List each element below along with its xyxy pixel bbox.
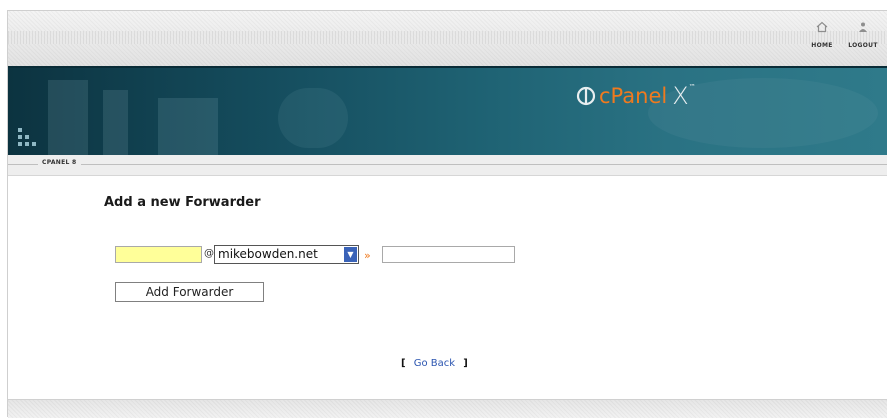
top-bar-texture (8, 31, 887, 44)
home-link[interactable]: HOME (802, 21, 842, 49)
breadcrumb-link[interactable]: CPANEL 8 (38, 159, 81, 166)
add-forwarder-button[interactable]: Add Forwarder (115, 282, 264, 302)
cpanel-banner: cPanel X ™ (8, 66, 887, 157)
bracket-close: ] (463, 358, 468, 369)
go-back-link[interactable]: Go Back (414, 358, 455, 369)
chevron-down-icon[interactable]: ▼ (344, 247, 357, 262)
logo-trademark: ™ (688, 83, 696, 91)
home-icon (816, 21, 828, 33)
banner-graphic (158, 98, 218, 155)
forwarder-user-input[interactable] (115, 246, 202, 263)
home-label: HOME (811, 42, 833, 49)
domain-select[interactable]: mikebowden.net ▼ (214, 245, 359, 264)
logo-x: X (672, 82, 689, 110)
top-bar: HOME LOGOUT (8, 11, 887, 66)
cpanel-logo: cPanel X ™ (575, 82, 696, 110)
logout-icon (857, 21, 869, 33)
breadcrumb: CPANEL 8 (8, 155, 887, 176)
cpanel-logo-icon (576, 86, 596, 106)
domain-selected-value: mikebowden.net (218, 247, 318, 261)
go-back-nav: [ Go Back ] (401, 358, 468, 369)
banner-graphic (278, 88, 348, 148)
banner-dots (18, 128, 38, 148)
at-sign: @ (204, 248, 214, 259)
logout-label: LOGOUT (848, 42, 878, 49)
page-frame: HOME LOGOUT cPanel X ™ CPANEL 8 Add a ne… (7, 10, 887, 418)
breadcrumb-rule (8, 164, 887, 165)
page-title: Add a new Forwarder (104, 195, 261, 210)
bracket-open: [ (401, 358, 406, 369)
logout-link[interactable]: LOGOUT (843, 21, 883, 49)
logo-text: cPanel (599, 84, 668, 108)
destination-input[interactable] (382, 246, 515, 263)
footer-bar (8, 399, 887, 418)
banner-graphic (103, 90, 128, 155)
forward-arrow-icon: » (364, 249, 371, 262)
banner-graphic (48, 80, 88, 155)
